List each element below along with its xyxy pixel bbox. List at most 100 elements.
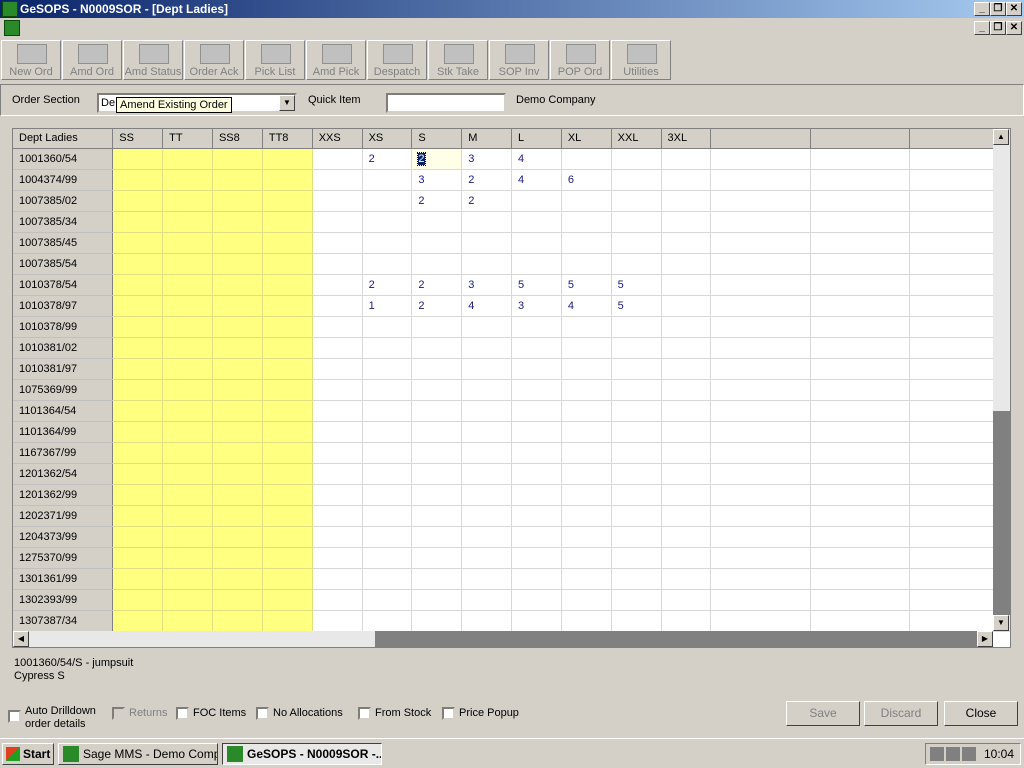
- grid-cell[interactable]: [411, 211, 463, 233]
- grid-cell[interactable]: [661, 169, 712, 191]
- start-button[interactable]: Start: [2, 743, 54, 765]
- grid-cell[interactable]: [362, 484, 413, 506]
- save-button[interactable]: Save: [786, 701, 860, 726]
- table-row[interactable]: 1004374/99 3 2 4 6: [13, 169, 1010, 191]
- row-header[interactable]: 1204373/99: [13, 526, 114, 548]
- row-header[interactable]: 1167367/99: [13, 442, 114, 464]
- grid-cell[interactable]: [212, 484, 263, 506]
- grid-cell[interactable]: [611, 190, 662, 212]
- row-header[interactable]: 1075369/99: [13, 379, 114, 401]
- grid-cell[interactable]: [411, 505, 463, 527]
- grid-cell[interactable]: [611, 421, 662, 443]
- table-row[interactable]: 1275370/99: [13, 547, 1010, 569]
- toolbar-button-pop-ord[interactable]: POP Ord: [550, 40, 610, 80]
- grid-cell[interactable]: [461, 316, 513, 338]
- row-header[interactable]: 1007385/45: [13, 232, 114, 254]
- grid-cell[interactable]: [362, 442, 413, 464]
- table-row[interactable]: 1001360/54 2 2 3 4: [13, 148, 1010, 170]
- grid-cell[interactable]: [710, 232, 811, 254]
- table-row[interactable]: 1204373/99: [13, 526, 1010, 548]
- grid-cell[interactable]: [112, 610, 164, 632]
- grid-cell[interactable]: [611, 169, 662, 191]
- grid-cell[interactable]: [262, 463, 313, 485]
- grid-cell[interactable]: [312, 358, 363, 380]
- grid-cell[interactable]: [461, 610, 513, 632]
- grid-cell[interactable]: [511, 400, 562, 422]
- grid-cell[interactable]: 2: [411, 148, 463, 170]
- grid-cell[interactable]: [162, 421, 213, 443]
- grid-cell[interactable]: [810, 148, 911, 170]
- table-row[interactable]: 1202371/99: [13, 505, 1010, 527]
- grid-cell[interactable]: [810, 253, 911, 275]
- grid-cell[interactable]: [411, 379, 463, 401]
- grid-cell[interactable]: [362, 232, 413, 254]
- grid-cell[interactable]: [461, 505, 513, 527]
- grid-cell[interactable]: [661, 148, 712, 170]
- grid-cell[interactable]: [411, 358, 463, 380]
- grid-cell[interactable]: [511, 568, 562, 590]
- grid-cell[interactable]: [561, 316, 612, 338]
- network-tray-icon[interactable]: [946, 747, 960, 761]
- grid-cell[interactable]: 5: [511, 274, 562, 296]
- grid-cell[interactable]: [312, 568, 363, 590]
- row-header[interactable]: 1101364/54: [13, 400, 114, 422]
- child-close-button[interactable]: ✕: [1006, 21, 1022, 35]
- grid-cell[interactable]: [611, 589, 662, 611]
- grid-cell[interactable]: [810, 484, 911, 506]
- column-header[interactable]: L: [511, 129, 562, 149]
- grid-cell[interactable]: [511, 526, 562, 548]
- grid-cell[interactable]: [212, 610, 263, 632]
- grid-cell[interactable]: [661, 463, 712, 485]
- grid-cell[interactable]: [212, 232, 263, 254]
- close-window-button[interactable]: ✕: [1006, 2, 1022, 16]
- grid-cell[interactable]: [212, 169, 263, 191]
- grid-cell[interactable]: 4: [511, 169, 562, 191]
- no-allocations-checkbox[interactable]: [256, 707, 269, 720]
- minimize-button[interactable]: _: [974, 2, 990, 16]
- grid-cell[interactable]: [710, 253, 811, 275]
- grid-cell[interactable]: [561, 358, 612, 380]
- grid-cell[interactable]: [112, 211, 164, 233]
- grid-cell[interactable]: [162, 568, 213, 590]
- grid-cell[interactable]: [710, 211, 811, 233]
- column-header[interactable]: XS: [362, 129, 413, 149]
- table-row[interactable]: 1101364/99: [13, 421, 1010, 443]
- grid-cell[interactable]: [312, 148, 363, 170]
- grid-cell[interactable]: [661, 337, 712, 359]
- grid-cell[interactable]: [710, 526, 811, 548]
- grid-cell[interactable]: [661, 358, 712, 380]
- scroll-right-icon[interactable]: ▶: [977, 631, 993, 647]
- grid-cell[interactable]: [312, 589, 363, 611]
- table-row[interactable]: 1007385/54: [13, 253, 1010, 275]
- grid-cell[interactable]: [212, 295, 263, 317]
- grid-cell[interactable]: [162, 295, 213, 317]
- row-header[interactable]: 1007385/34: [13, 211, 114, 233]
- grid-cell[interactable]: 1: [362, 295, 413, 317]
- chevron-down-icon[interactable]: ▼: [279, 95, 295, 111]
- grid-cell[interactable]: [461, 421, 513, 443]
- grid-cell[interactable]: [710, 400, 811, 422]
- grid-cell[interactable]: [212, 337, 263, 359]
- grid-cell[interactable]: [112, 253, 164, 275]
- toolbar-button-utilities[interactable]: Utilities: [611, 40, 671, 80]
- grid-cell[interactable]: [561, 568, 612, 590]
- grid-cell[interactable]: [511, 589, 562, 611]
- column-header[interactable]: SS8: [212, 129, 263, 149]
- toolbar-button-sop-inv[interactable]: SOP Inv: [489, 40, 549, 80]
- grid-cell[interactable]: [511, 484, 562, 506]
- grid-cell[interactable]: [810, 610, 911, 632]
- grid-cell[interactable]: [411, 316, 463, 338]
- grid-cell[interactable]: [511, 442, 562, 464]
- grid-cell[interactable]: [362, 463, 413, 485]
- grid-cell[interactable]: [561, 190, 612, 212]
- vertical-scroll-thumb[interactable]: [993, 411, 1010, 615]
- grid-cell[interactable]: [312, 400, 363, 422]
- grid-cell[interactable]: [661, 379, 712, 401]
- row-header[interactable]: 1007385/02: [13, 190, 114, 212]
- grid-cell[interactable]: [411, 337, 463, 359]
- grid-cell[interactable]: [810, 211, 911, 233]
- grid-cell[interactable]: [162, 547, 213, 569]
- grid-cell[interactable]: [262, 169, 313, 191]
- grid-cell[interactable]: [461, 442, 513, 464]
- column-header[interactable]: S: [411, 129, 463, 149]
